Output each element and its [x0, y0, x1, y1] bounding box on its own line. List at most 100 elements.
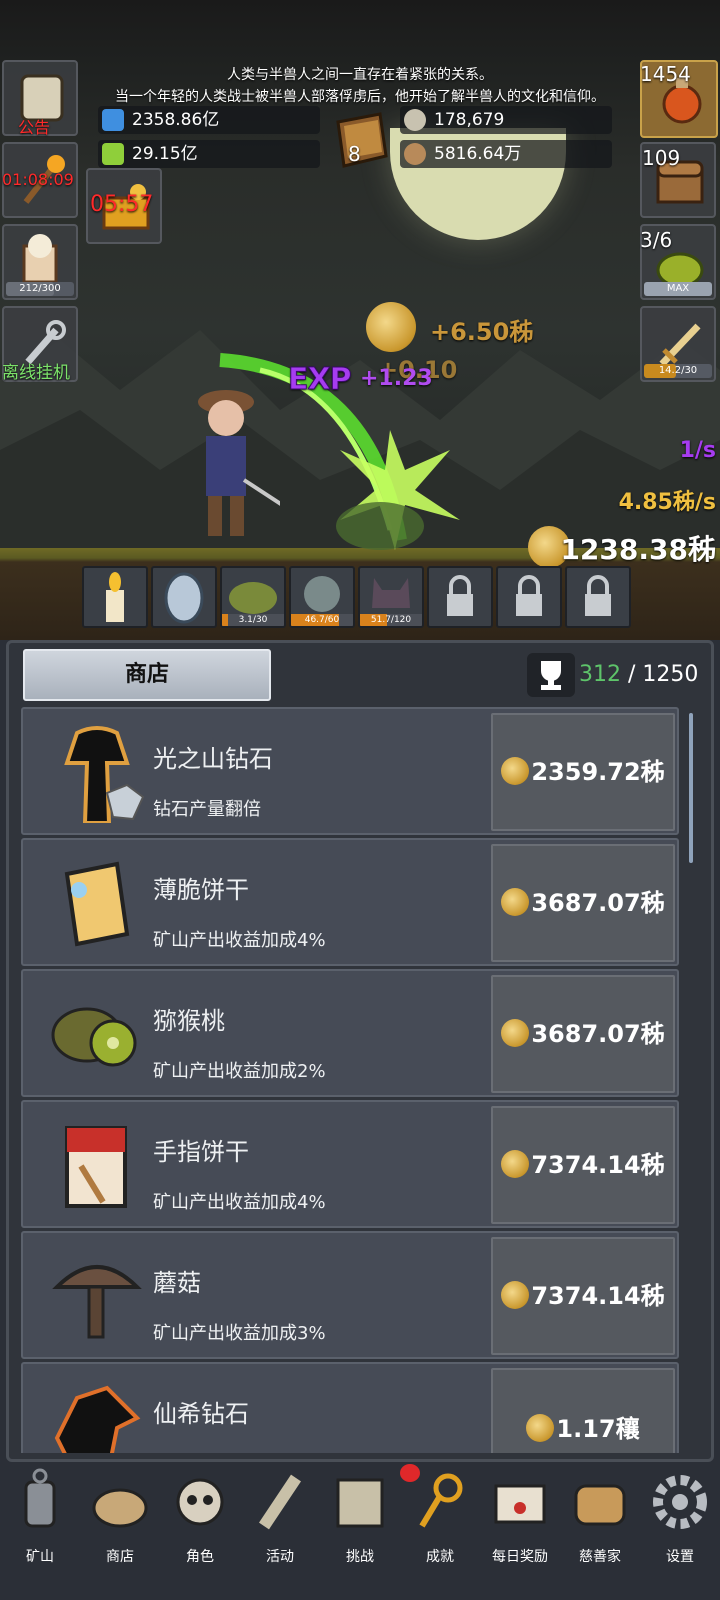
cat-demon-icon	[372, 578, 410, 608]
silver-coin-icon	[404, 109, 426, 131]
shop-tab[interactable]: 商店	[23, 649, 271, 701]
blue-potion-icon	[102, 109, 124, 131]
shop-item-finger-biscuit[interactable]: 手指饼干 矿山产出收益加成4% 7374.14秭	[21, 1100, 679, 1228]
nav-label: 矿山	[26, 1549, 54, 1565]
progress-total: 1250	[642, 662, 699, 687]
candle-icon	[106, 572, 124, 622]
green-potion-value: 29.15亿	[132, 144, 198, 164]
sword-button[interactable]: 14.2/30	[640, 306, 716, 382]
buy-button[interactable]: 7374.14秭	[491, 1106, 675, 1224]
bottom-navigation: 矿山 商店 角色 活动 挑战 成就 每日奖励 慈善家 设置	[0, 1464, 720, 1600]
slime-count: 3/6	[640, 228, 673, 252]
skull-icon	[176, 1478, 224, 1526]
progress-separator: /	[621, 662, 643, 687]
lock-icon	[516, 575, 542, 616]
item-name: 手指饼干	[153, 1138, 249, 1166]
slot-locked-2[interactable]	[496, 566, 562, 628]
nav-character[interactable]: 角色	[160, 1464, 240, 1565]
coin-icon	[501, 1281, 530, 1309]
bronze-coin-value: 5816.64万	[434, 144, 522, 164]
nav-label: 成就	[426, 1549, 454, 1565]
coin-icon	[526, 1414, 555, 1442]
slot-locked-1[interactable]	[427, 566, 493, 628]
chest-count: 109	[642, 146, 681, 170]
shop-item-mushroom[interactable]: 蘑菇 矿山产出收益加成3% 7374.14秭	[21, 1231, 679, 1359]
coin-icon	[501, 757, 530, 785]
torch-timer: 01:08:09	[2, 170, 74, 189]
slot-egg[interactable]	[151, 566, 217, 628]
shop-item-hope-diamond[interactable]: 仙希钻石 1.17穰	[21, 1362, 679, 1453]
shop-panel: 商店 312 / 1250 光之山钻石 钻石产量翻倍 2359.72秭 薄脆饼干…	[6, 640, 714, 1462]
chest-timer: 05:57	[90, 192, 154, 217]
nav-mine[interactable]: 矿山	[0, 1464, 80, 1565]
bread-icon	[574, 1484, 626, 1526]
story-line-2: 当一个年轻的人类战士被半兽人部落俘虏后，他开始了解半兽人的文化和信仰。	[115, 89, 605, 105]
nav-challenge[interactable]: 挑战	[320, 1464, 400, 1565]
lock-icon	[585, 575, 611, 616]
shop-icon	[92, 1488, 148, 1528]
blue-potion-value: 2358.86亿	[132, 110, 220, 130]
diamond-silhouette-icon	[64, 726, 145, 823]
hero-character	[198, 390, 280, 536]
coin-icon	[501, 1019, 530, 1047]
nav-shop[interactable]: 商店	[80, 1464, 160, 1565]
nav-event[interactable]: 活动	[240, 1464, 320, 1565]
beer-progress-bar: 212/300	[6, 282, 74, 296]
notification-dot	[400, 1464, 420, 1482]
shop-item-koh-i-noor[interactable]: 光之山钻石 钻石产量翻倍 2359.72秭	[21, 707, 679, 835]
nav-label: 商店	[106, 1549, 134, 1565]
exp-label: EXP	[288, 362, 353, 398]
item-name: 薄脆饼干	[153, 876, 249, 904]
item-price: 3687.07秭	[531, 1020, 665, 1048]
beer-button[interactable]: 212/300	[2, 224, 78, 300]
shop-item-crisp-biscuit[interactable]: 薄脆饼干 矿山产出收益加成4% 3687.07秭	[21, 838, 679, 966]
scroll-icon	[259, 1474, 301, 1530]
shop-scrollbar[interactable]	[689, 713, 693, 863]
slot-cat-demon[interactable]: 51.7/120	[358, 566, 424, 628]
beer-progress-text: 212/300	[19, 283, 61, 294]
gear-icon	[653, 1475, 707, 1529]
nav-label: 设置	[666, 1549, 694, 1565]
shop-item-list[interactable]: 光之山钻石 钻石产量翻倍 2359.72秭 薄脆饼干 矿山产出收益加成4% 36…	[21, 707, 689, 1453]
slime-monster-icon	[229, 582, 277, 614]
book-button[interactable]: 8	[328, 112, 392, 170]
shop-item-kiwi[interactable]: 猕猴桃 矿山产出收益加成2% 3687.07秭	[21, 969, 679, 1097]
item-name: 光之山钻石	[153, 745, 273, 773]
book-count: 8	[348, 142, 361, 166]
item-price: 3687.07秭	[531, 889, 665, 917]
slot-locked-3[interactable]	[565, 566, 631, 628]
progress-current: 312	[579, 662, 621, 687]
slot-zombie[interactable]: 46.7/60	[289, 566, 355, 628]
slot-candle[interactable]	[82, 566, 148, 628]
finger-biscuit-box-icon	[65, 1126, 127, 1208]
coin-icon	[501, 1150, 530, 1178]
story-line-1: 人类与半兽人之间一直存在着紧张的关系。	[227, 67, 493, 83]
buy-button[interactable]: 3687.07秭	[491, 975, 675, 1093]
item-description: 矿山产出收益加成2%	[153, 1061, 326, 1082]
blue-potion-resource: 2358.86亿	[98, 106, 320, 134]
item-name: 蘑菇	[153, 1269, 201, 1297]
coin-icon	[501, 888, 530, 916]
slime-max-badge: MAX	[644, 282, 712, 296]
item-price: 7374.14秭	[531, 1282, 665, 1310]
mushroom-icon	[52, 1265, 142, 1339]
buy-button[interactable]: 1.17穰	[491, 1368, 675, 1453]
buy-button[interactable]: 7374.14秭	[491, 1237, 675, 1355]
coin-rate-text: 4.85秭/s	[618, 490, 716, 515]
item-description: 矿山产出收益加成4%	[153, 930, 326, 951]
sword-progress-text: 14.2/30	[658, 365, 698, 376]
nav-daily-reward[interactable]: 每日奖励	[480, 1464, 560, 1565]
green-potion-icon	[102, 143, 124, 165]
item-price: 2359.72秭	[531, 758, 665, 786]
exp-gain-text: +1.23	[360, 366, 433, 391]
buy-button[interactable]: 2359.72秭	[491, 713, 675, 831]
nav-philanthropist[interactable]: 慈善家	[560, 1464, 640, 1565]
nav-label: 每日奖励	[492, 1549, 548, 1565]
notice-label: 公告	[18, 118, 51, 137]
buy-button[interactable]: 3687.07秭	[491, 844, 675, 962]
item-description: 钻石产量翻倍	[153, 799, 261, 820]
nav-achievement[interactable]: 成就	[400, 1464, 480, 1565]
coin-drop-icon	[366, 302, 416, 352]
nav-settings[interactable]: 设置	[640, 1464, 720, 1565]
slot-slime[interactable]: 3.1/30	[220, 566, 286, 628]
